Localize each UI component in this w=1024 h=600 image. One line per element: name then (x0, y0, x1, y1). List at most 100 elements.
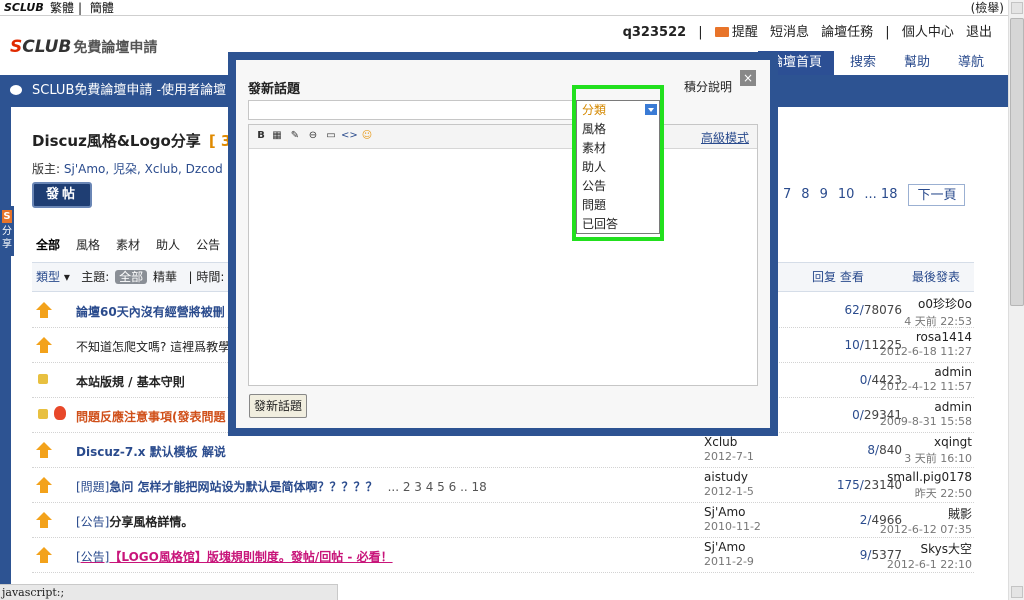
next-page-button[interactable]: 下一頁 (908, 184, 966, 206)
username-link[interactable]: q323522 (623, 25, 687, 40)
thread-author[interactable]: aistudy 2012-1-5 (704, 470, 754, 498)
last-post[interactable]: xqingt 3 天前 16:10 (872, 435, 972, 466)
breadcrumb-text[interactable]: SCLUB免費論壇申請 -使用者論壇 » D (32, 83, 252, 98)
thread-title[interactable]: 論壇60天內沒有經營將被刪 (76, 303, 225, 320)
thread-tag[interactable]: [公告] (76, 515, 109, 529)
last-post[interactable]: admin 2012-4-12 11:57 (872, 365, 972, 393)
category-select[interactable]: 分類 風格 素材 助人 公告 問題 已回答 (576, 100, 660, 234)
page-link[interactable]: 7 (778, 184, 796, 206)
thread-title[interactable]: [公告]分享風格詳情。 (76, 513, 193, 530)
topic-all-chip[interactable]: 全部 (115, 270, 148, 284)
last-poster[interactable]: rosa1414 (916, 330, 972, 344)
thread-title[interactable]: 不知道怎爬文嗎? 這裡爲教學 (76, 338, 230, 355)
last-poster[interactable]: 賊影 (948, 507, 972, 521)
category-option[interactable]: 公告 (577, 177, 659, 196)
scroll-up-button[interactable] (1011, 2, 1023, 14)
table-row[interactable]: [公告]【LOGO風格馆】版塊規則制度。發帖/回帖 - 必看！ Sj'Amo 201… (32, 538, 974, 573)
thread-title-text[interactable]: 論壇60天內沒有經營將被刪 (76, 305, 225, 319)
author-name[interactable]: Sj'Amo (704, 505, 746, 519)
points-help-link[interactable]: 積分說明 (684, 78, 732, 95)
last-post[interactable]: small.pig0178 昨天 22:50 (872, 470, 972, 501)
thread-title[interactable]: Discuz-7.x 默认模板 解说 (76, 443, 226, 460)
page-link[interactable]: 8 (796, 184, 814, 206)
post-editor[interactable]: B ▦ ✎ ⊖ ▭ <> ☺ 高級模式 (248, 124, 758, 386)
last-post[interactable]: o0珍珍0o 4 天前 22:53 (872, 295, 972, 329)
submit-topic-button[interactable]: 發新話題 (249, 394, 307, 418)
table-row[interactable]: [公告]分享風格詳情。 Sj'Amo 2010-11-2 2/4966 賊影 2012-6… (32, 503, 974, 538)
page-link[interactable]: 9 (815, 184, 833, 206)
profile-link[interactable]: 個人中心 (902, 25, 954, 40)
table-row[interactable]: Discuz-7.x 默认模板 解说 Xclub 2012-7-1 8/840 xqin… (32, 433, 974, 468)
thread-title[interactable]: [公告]【LOGO風格馆】版塊規則制度。發帖/回帖 - 必看！ (76, 548, 393, 565)
color-icon[interactable]: ▦ (271, 130, 283, 142)
thread-author[interactable]: Sj'Amo 2010-11-2 (704, 505, 761, 533)
category-option[interactable]: 已回答 (577, 215, 659, 234)
thread-title-text[interactable]: 問題反應注意事項(發表問題 (76, 410, 226, 424)
last-post[interactable]: Skys大空 2012-6-1 22:10 (872, 540, 972, 571)
reply-view-header[interactable]: 回复 查看 (812, 263, 864, 291)
scroll-thumb[interactable] (1010, 18, 1024, 306)
thread-pages[interactable]: ... 2 3 4 5 6 .. 18 (388, 480, 487, 494)
thread-title[interactable]: 問題反應注意事項(發表問題 (76, 408, 226, 425)
logout-link[interactable]: 退出 (966, 25, 992, 40)
thread-title-text[interactable]: 【LOGO風格馆】版塊規則制度。發帖/回帖 - 必看！ (109, 550, 392, 564)
category-option[interactable]: 素材 (577, 139, 659, 158)
type-sort[interactable]: 類型 (36, 270, 60, 284)
tab-help[interactable]: 幫助 (891, 51, 942, 75)
last-post[interactable]: rosa1414 2012-6-18 11:27 (872, 330, 972, 358)
time-filter[interactable]: | 時間: - (188, 270, 232, 284)
last-poster[interactable]: admin (934, 365, 972, 379)
category-option[interactable]: 助人 (577, 158, 659, 177)
filter-style[interactable]: 風格 (76, 236, 100, 253)
thread-tag[interactable]: [問題] (76, 480, 109, 494)
category-option[interactable]: 問題 (577, 196, 659, 215)
topic-digest[interactable]: 精華 (153, 270, 177, 284)
tab-search[interactable]: 搜索 (837, 51, 888, 75)
lang-traditional-link[interactable]: 繁體 (50, 1, 74, 15)
thread-title-text[interactable]: 本站版規 / 基本守則 (76, 375, 185, 389)
thread-title[interactable]: [問題]急问 怎样才能把网站设为默认是简体啊？？？？？ ... 2 3 4 5 6… (76, 478, 487, 495)
bold-icon[interactable]: B (255, 130, 267, 142)
last-poster[interactable]: o0珍珍0o (918, 297, 972, 311)
image-icon[interactable]: ✎ (289, 130, 301, 142)
site-logo[interactable]: SCLUB 免費論壇申請 (10, 37, 157, 57)
author-name[interactable]: aistudy (704, 470, 748, 484)
chevron-down-icon[interactable] (645, 104, 657, 115)
filter-all[interactable]: 全部 (36, 236, 60, 253)
thread-title-text[interactable]: Discuz-7.x 默认模板 解说 (76, 445, 226, 459)
scroll-down-button[interactable] (1011, 586, 1023, 598)
quote-icon[interactable]: ▭ (325, 130, 337, 142)
last-post[interactable]: admin 2009-8-31 15:58 (872, 400, 972, 428)
link-icon[interactable]: ⊖ (307, 130, 319, 142)
thread-title-text[interactable]: 急问 怎样才能把网站设为默认是简体啊？？？？？ (109, 480, 377, 494)
new-post-button[interactable]: 發帖 (32, 182, 92, 208)
category-option[interactable]: 風格 (577, 120, 659, 139)
last-poster[interactable]: Skys大空 (921, 542, 973, 556)
last-post-header[interactable]: 最後發表 (912, 263, 960, 291)
thread-title[interactable]: 本站版規 / 基本守則 (76, 373, 185, 390)
thread-author[interactable]: Sj'Amo 2011-2-9 (704, 540, 754, 568)
report-link[interactable]: (檢舉) (971, 0, 1004, 16)
thread-title-text[interactable]: 分享風格詳情。 (109, 515, 193, 529)
advanced-mode-link[interactable]: 高級模式 (701, 129, 749, 146)
notify-link[interactable]: 提醒 (714, 25, 758, 40)
page-link[interactable]: 10 (833, 184, 860, 206)
pm-link[interactable]: 短消息 (770, 25, 809, 40)
thread-tag[interactable]: [公告] (76, 550, 109, 564)
lang-simplified-link[interactable]: 簡體 (90, 1, 114, 15)
tab-navigation[interactable]: 導航 (945, 51, 996, 75)
subject-input[interactable] (248, 100, 584, 120)
filter-announcement[interactable]: 公告 (196, 236, 220, 253)
last-poster[interactable]: xqingt (934, 435, 972, 449)
author-name[interactable]: Sj'Amo (704, 540, 746, 554)
vertical-scrollbar[interactable] (1008, 0, 1024, 600)
last-poster[interactable]: small.pig0178 (887, 470, 972, 484)
close-icon[interactable]: × (740, 70, 756, 86)
author-name[interactable]: Xclub (704, 435, 737, 449)
thread-title-text[interactable]: 不知道怎爬文嗎? 這裡爲教學 (76, 340, 230, 354)
last-post[interactable]: 賊影 2012-6-12 07:35 (872, 505, 972, 536)
code-icon[interactable]: <> (341, 130, 358, 142)
page-link[interactable]: ... 18 (859, 184, 902, 206)
tasks-link[interactable]: 論壇任務 (821, 25, 873, 40)
smiley-icon[interactable]: ☺ (361, 130, 373, 142)
